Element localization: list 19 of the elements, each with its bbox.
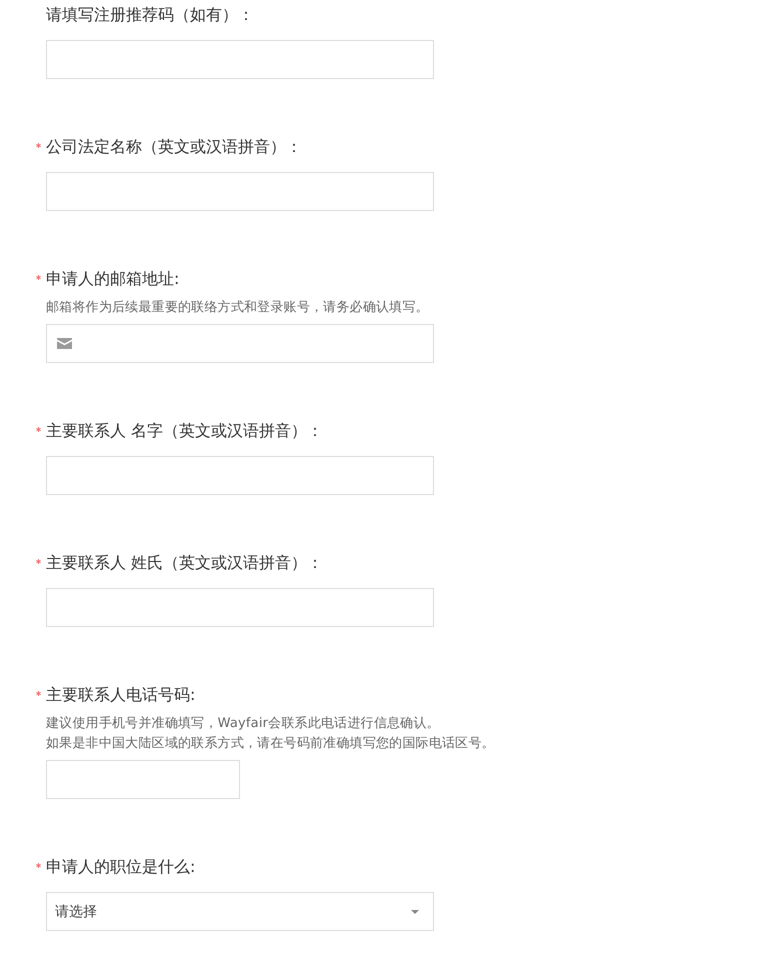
- field-label: 申请人的邮箱地址:: [46, 268, 180, 290]
- input-field[interactable]: [46, 456, 434, 495]
- phone-input-field[interactable]: [46, 760, 240, 799]
- field-label: 主要联系人电话号码:: [46, 684, 196, 706]
- input-field[interactable]: [46, 172, 434, 211]
- field-hint: 建议使用手机号并准确填写，Wayfair会联系此电话进行信息确认。: [46, 715, 441, 733]
- field-hint: 如果是非中国大陆区域的联系方式，请在号码前准确填写您的国际电话区号。: [46, 735, 495, 753]
- field-label: 主要联系人 名字（英文或汉语拼音）：: [46, 420, 324, 442]
- caret-icon: [411, 910, 419, 914]
- field-label: 申请人的职位是什么:: [46, 856, 196, 878]
- field-label: 请填写注册推荐码（如有）：: [46, 4, 254, 26]
- input-field[interactable]: [46, 40, 434, 79]
- field-hint: 邮箱将作为后续最重要的联络方式和登录账号，请务必确认填写。: [46, 299, 429, 317]
- field-label: 公司法定名称（英文或汉语拼音）：: [46, 136, 302, 158]
- dropdown-select[interactable]: 请选择: [46, 892, 434, 931]
- field-label: 主要联系人 姓氏（英文或汉语拼音）：: [46, 552, 324, 574]
- email-input-field[interactable]: [46, 324, 434, 363]
- envelope-icon: [57, 338, 72, 349]
- input-field[interactable]: [46, 588, 434, 627]
